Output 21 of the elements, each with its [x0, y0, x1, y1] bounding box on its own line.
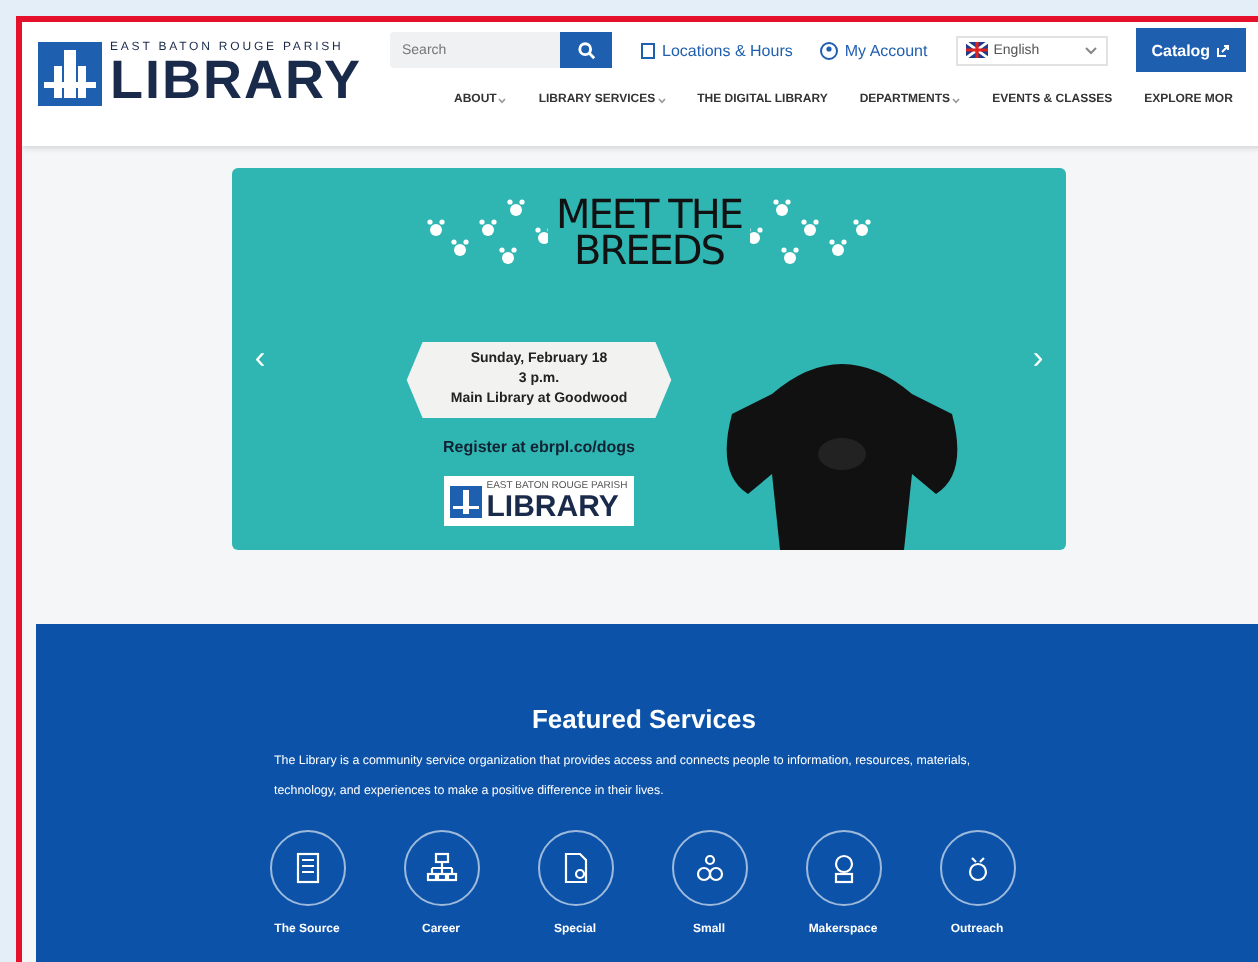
search-button[interactable] — [560, 32, 612, 68]
logo-wordmark: LIBRARY — [110, 54, 362, 106]
service-icon — [537, 830, 613, 906]
service-icon — [805, 830, 881, 906]
header-link[interactable]: My Account — [820, 41, 928, 59]
service-icon — [939, 830, 1015, 906]
user-icon — [820, 41, 839, 59]
service-icon — [671, 830, 747, 906]
external-link-icon — [1216, 43, 1231, 57]
service-icon — [269, 830, 345, 906]
registration-text: Register at ebrpl.co/dogs — [442, 438, 636, 456]
search-icon — [577, 41, 595, 59]
service-icon — [403, 830, 479, 906]
catalog-button[interactable]: Catalog — [1135, 28, 1247, 72]
header-link[interactable]: Locations & Hours — [640, 41, 793, 59]
chevron-down-icon — [1083, 45, 1098, 55]
library-logo-icon — [450, 485, 483, 517]
event-title: MEET THE BREEDS — [556, 196, 742, 268]
library-logo-icon — [38, 42, 102, 106]
flag-icon — [965, 42, 988, 58]
section-heading: Featured Services — [531, 704, 756, 734]
